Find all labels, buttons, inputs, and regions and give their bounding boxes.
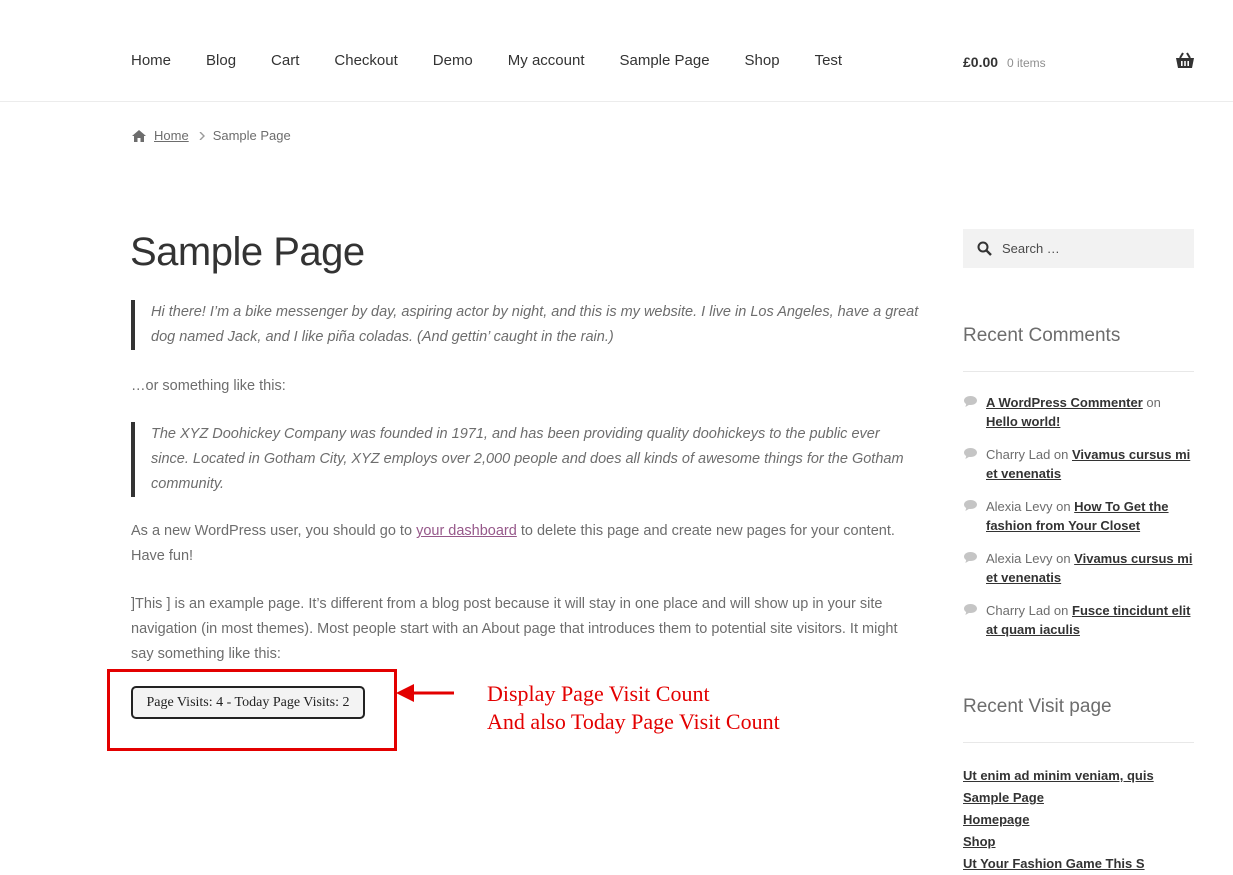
page-visit-counter: Page Visits: 4 - Today Page Visits: 2 bbox=[131, 686, 365, 719]
list-item: Ut enim ad minim veniam, quis bbox=[963, 765, 1194, 787]
comment-icon bbox=[964, 448, 977, 459]
nav-item-my-account[interactable]: My account bbox=[508, 52, 585, 69]
comment-on: on bbox=[1142, 395, 1161, 410]
annotation-line-2: And also Today Page Visit Count bbox=[487, 709, 780, 734]
recent-visit-link[interactable]: Shop bbox=[963, 834, 996, 849]
comment-item: Alexia Levy on How To Get the fashion fr… bbox=[963, 497, 1194, 535]
comment-icon bbox=[964, 500, 977, 511]
comment-on: on bbox=[1050, 603, 1072, 618]
blockquote-company: The XYZ Doohickey Company was founded in… bbox=[131, 422, 921, 497]
list-item: Shop bbox=[963, 831, 1194, 853]
comment-icon bbox=[964, 552, 977, 563]
paragraph-dashboard: As a new WordPress user, you should go t… bbox=[131, 519, 921, 569]
nav-item-demo[interactable]: Demo bbox=[433, 52, 473, 69]
home-icon bbox=[132, 129, 146, 142]
comment-icon bbox=[964, 604, 977, 615]
cart-amount[interactable]: £0.00 bbox=[963, 54, 998, 70]
basket-icon[interactable] bbox=[1175, 52, 1195, 70]
comment-item: A WordPress Commenter on Hello world! bbox=[963, 393, 1194, 431]
recent-visit-link[interactable]: Homepage bbox=[963, 812, 1029, 827]
comment-author-link[interactable]: A WordPress Commenter bbox=[986, 395, 1143, 410]
comment-on: on bbox=[1052, 499, 1075, 514]
comment-author: Alexia Levy bbox=[986, 499, 1053, 514]
comment-icon bbox=[964, 396, 977, 407]
comment-author: Alexia Levy bbox=[986, 551, 1053, 566]
nav-item-sample-page[interactable]: Sample Page bbox=[619, 52, 709, 69]
recent-visit-list: Ut enim ad minim veniam, quis Sample Pag… bbox=[963, 765, 1194, 875]
nav-item-home[interactable]: Home bbox=[131, 52, 171, 69]
recent-visit-link[interactable]: Ut Your Fashion Game This S bbox=[963, 856, 1145, 871]
comment-post-link[interactable]: Hello world! bbox=[986, 414, 1060, 429]
comment-on: on bbox=[1050, 447, 1072, 462]
annotation-text: Display Page Visit Count And also Today … bbox=[487, 680, 780, 736]
chevron-right-icon bbox=[199, 131, 205, 140]
nav-item-checkout[interactable]: Checkout bbox=[334, 52, 397, 69]
divider bbox=[963, 742, 1194, 743]
search-input[interactable] bbox=[1000, 240, 1184, 257]
recent-visit-title: Recent Visit page bbox=[963, 696, 1112, 717]
search-icon[interactable] bbox=[977, 241, 992, 256]
nav-item-cart[interactable]: Cart bbox=[271, 52, 299, 69]
comment-item: Charry Lad on Fusce tincidunt elit at qu… bbox=[963, 601, 1194, 639]
nav-item-shop[interactable]: Shop bbox=[745, 52, 780, 69]
annotation-line-1: Display Page Visit Count bbox=[487, 681, 710, 706]
recent-visit-link[interactable]: Sample Page bbox=[963, 790, 1044, 805]
paragraph-dashboard-before: As a new WordPress user, you should go t… bbox=[131, 523, 417, 539]
list-item: Sample Page bbox=[963, 787, 1194, 809]
comment-author: Charry Lad bbox=[986, 447, 1051, 462]
comment-item: Alexia Levy on Vivamus cursus mi et vene… bbox=[963, 549, 1194, 587]
left-arrow-icon bbox=[396, 684, 454, 702]
breadcrumb-current: Sample Page bbox=[212, 128, 291, 143]
nav-item-blog[interactable]: Blog bbox=[206, 52, 236, 69]
paragraph-example-page: ]This ] is an example page. It’s differe… bbox=[131, 596, 898, 662]
search-form bbox=[963, 229, 1194, 268]
blockquote-intro: Hi there! I’m a bike messenger by day, a… bbox=[131, 300, 921, 350]
comment-author: Charry Lad bbox=[986, 603, 1051, 618]
recent-comments-list: A WordPress Commenter on Hello world! Ch… bbox=[963, 393, 1194, 653]
dashboard-link[interactable]: your dashboard bbox=[416, 523, 517, 539]
nav-item-test[interactable]: Test bbox=[815, 52, 843, 69]
comment-item: Charry Lad on Vivamus cursus mi et venen… bbox=[963, 445, 1194, 483]
list-item: Ut Your Fashion Game This S bbox=[963, 853, 1194, 875]
breadcrumb-home-link[interactable]: Home bbox=[154, 128, 189, 143]
recent-comments-title: Recent Comments bbox=[963, 325, 1121, 346]
breadcrumb: Home Sample Page bbox=[131, 128, 291, 143]
list-item: Homepage bbox=[963, 809, 1194, 831]
primary-navigation: Home Blog Cart Checkout Demo My account … bbox=[131, 52, 877, 69]
divider bbox=[963, 371, 1194, 372]
paragraph-something-like: …or something like this: bbox=[131, 378, 286, 394]
recent-visit-link[interactable]: Ut enim ad minim veniam, quis bbox=[963, 768, 1154, 783]
page-title: Sample Page bbox=[130, 230, 365, 274]
site-header: Home Blog Cart Checkout Demo My account … bbox=[0, 0, 1233, 102]
cart-item-count[interactable]: 0 items bbox=[1007, 56, 1046, 70]
comment-on: on bbox=[1052, 551, 1075, 566]
